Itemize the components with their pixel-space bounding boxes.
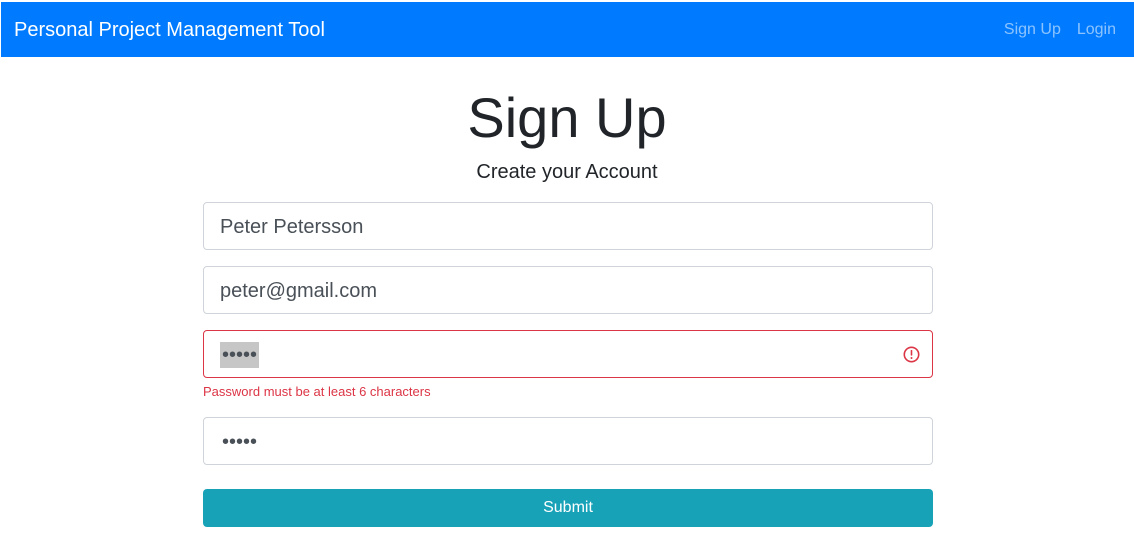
nav-login-link[interactable]: Login: [1077, 20, 1116, 40]
name-field[interactable]: Peter Petersson: [203, 202, 933, 250]
confirm-password-field[interactable]: •••••: [203, 417, 933, 465]
name-field-value: Peter Petersson: [220, 216, 364, 238]
password-field-value: •••••: [220, 342, 260, 368]
password-field[interactable]: •••••: [203, 330, 933, 378]
email-field[interactable]: peter@gmail.com: [203, 266, 933, 314]
email-field-value: peter@gmail.com: [220, 280, 378, 302]
page-subtitle: Create your Account: [476, 161, 658, 183]
brand-link[interactable]: Personal Project Management Tool: [14, 18, 325, 42]
password-error-message: Password must be at least 6 characters: [203, 384, 431, 399]
nav-links: Sign Up Login: [1004, 20, 1116, 40]
nav-signup-link[interactable]: Sign Up: [1004, 20, 1061, 40]
navbar: Personal Project Management Tool Sign Up…: [1, 2, 1134, 57]
page-title: Sign Up: [467, 86, 667, 149]
submit-button[interactable]: Submit: [203, 489, 933, 527]
confirm-password-field-value: •••••: [222, 431, 258, 453]
exclamation-circle-icon: [903, 346, 920, 363]
